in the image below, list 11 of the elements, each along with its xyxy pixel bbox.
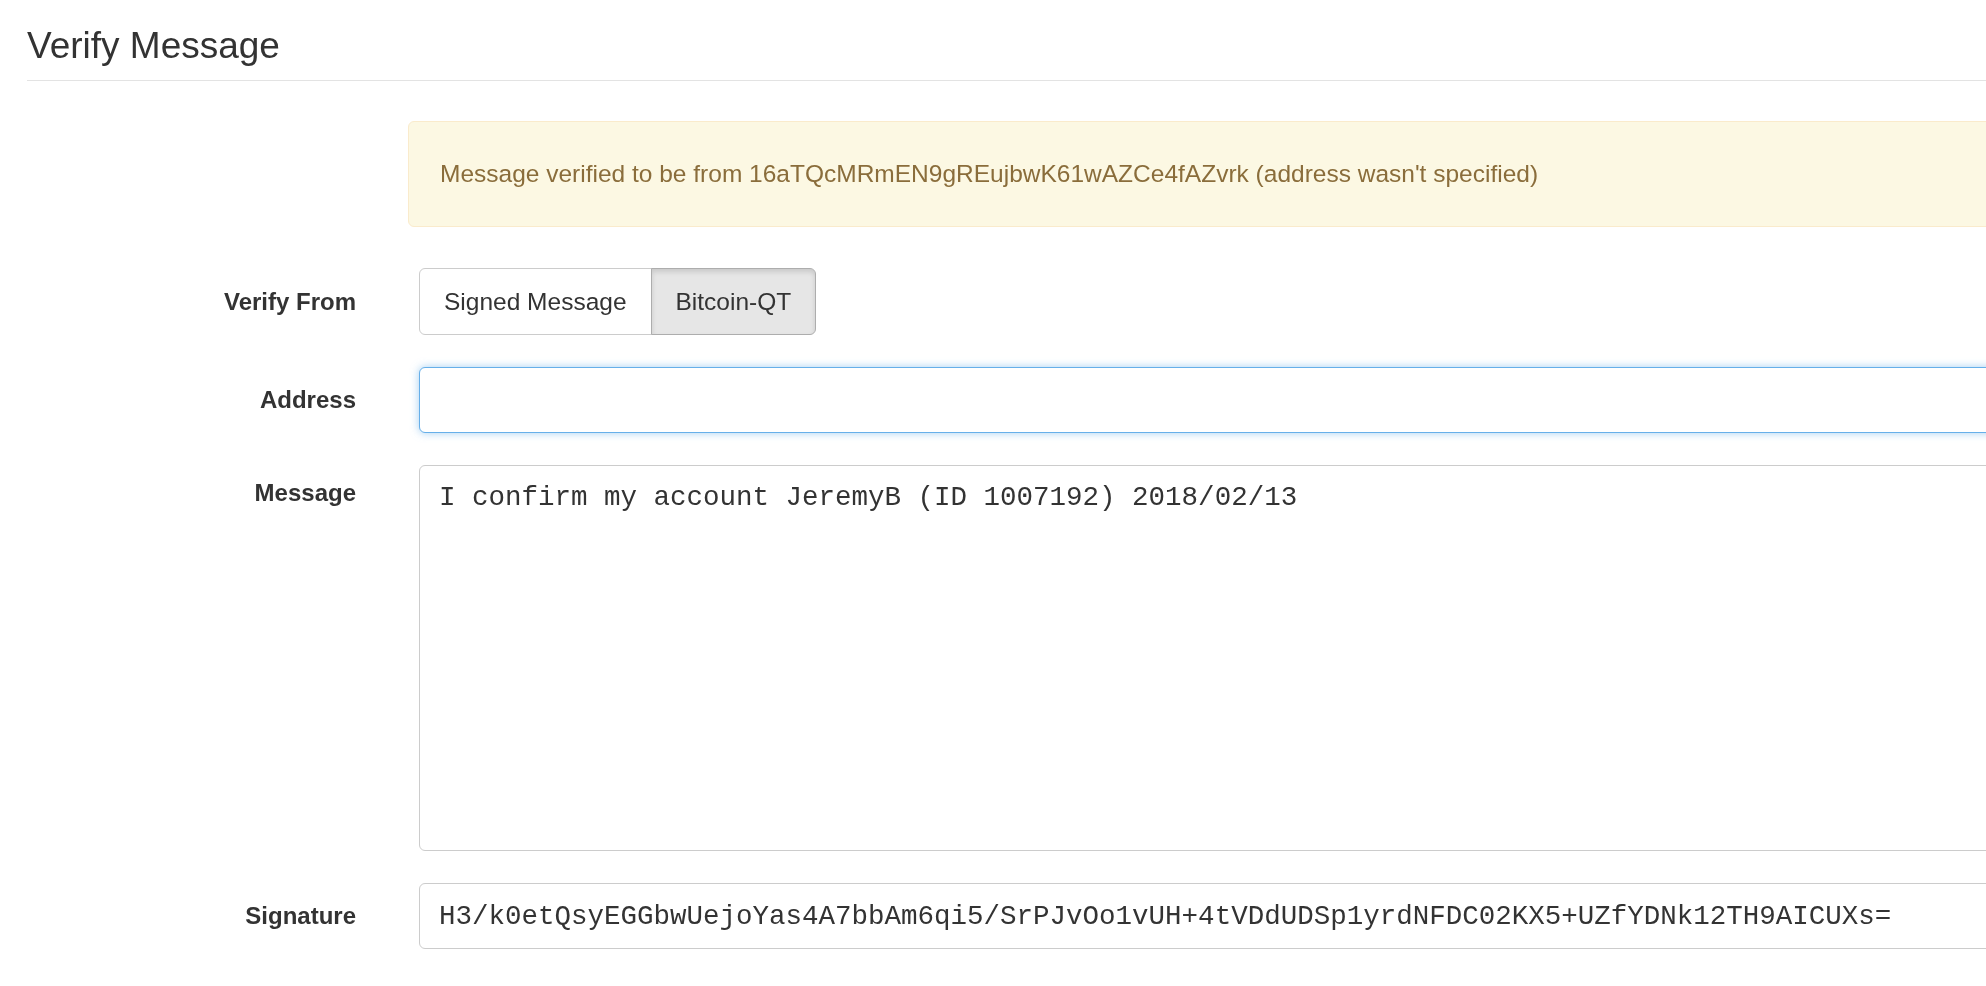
message-textarea[interactable]: I confirm my account JeremyB (ID 1007192) 2018/02/13 — [419, 465, 1986, 851]
toggle-option[interactable]: Signed Message — [419, 268, 652, 335]
field-label: Address — [258, 385, 356, 415]
alert-message: Message verified to be from 16aTQcMRmEN9gREujbwK61wAZCe4fAZvrk (address wasn't specified) — [440, 160, 1539, 188]
field-label: Message — [253, 478, 356, 508]
text-input-field[interactable] — [419, 367, 1986, 433]
field-label: Signature — [244, 901, 356, 931]
toggle-option[interactable]: Bitcoin-QT — [650, 268, 817, 335]
field-label: Verify From — [222, 287, 356, 317]
page-title: Verify Message — [27, 26, 281, 66]
text-input-field[interactable]: H3/k0etQsyEGGbwUejoYas4A7bbAm6qi5/SrPJvOo1vUH+4tVDdUDSp1yrdNFDC02KX5+UZfYDNk12TH9AICUXs= — [419, 883, 1986, 949]
